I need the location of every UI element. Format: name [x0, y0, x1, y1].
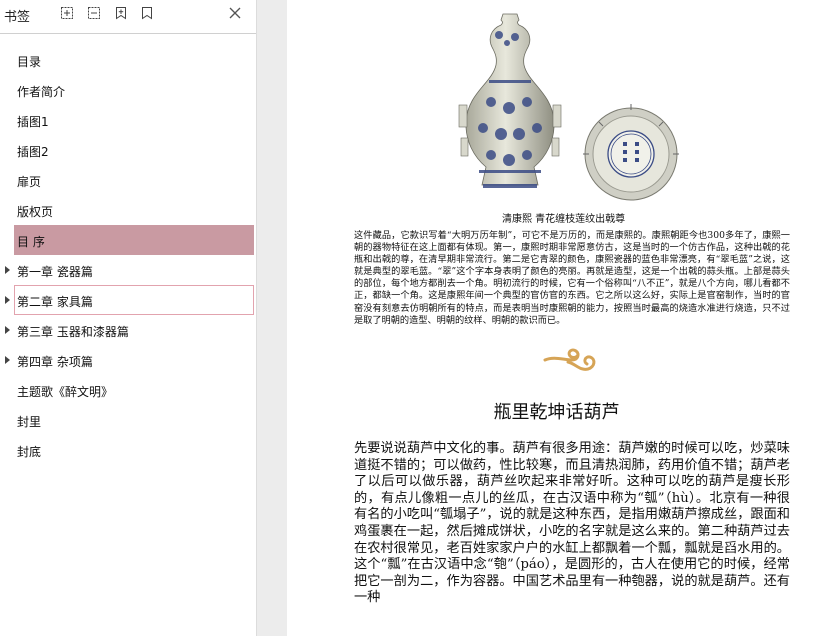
selection-highlight [14, 225, 254, 255]
vase-mark-photo [583, 104, 679, 201]
bookmark-icon[interactable] [139, 5, 155, 21]
bookmark-item[interactable]: 主题歌《醉文明》 [0, 375, 256, 405]
bookmark-item[interactable]: 版权页 [0, 195, 256, 225]
bookmark-item[interactable]: 第一章 瓷器篇 [0, 255, 256, 285]
bookmark-label: 主题歌《醉文明》 [17, 385, 114, 399]
bookmark-label: 插图2 [17, 145, 49, 159]
bookmark-item[interactable]: 封底 [0, 435, 256, 465]
caption-paragraph: 这件藏品，它款识写着“大明万历年制”，可它不是万历的，而是康熙的。康熙朝距今也3… [354, 230, 790, 326]
bookmark-label: 目录 [17, 55, 42, 69]
bookmark-item[interactable]: 封里 [0, 405, 256, 435]
expand-all-icon[interactable] [59, 5, 75, 21]
section-heading: 瓶里乾坤话葫芦 [493, 402, 620, 423]
expand-arrow-icon[interactable] [5, 296, 10, 304]
body-paragraph: 先要说说葫芦中文化的事。葫芦有很多用途：葫芦嫩的时候可以吃，炒菜味道挺不错的；可… [354, 441, 790, 606]
bookmark-item[interactable]: 作者简介 [0, 75, 256, 105]
sidebar-divider [0, 33, 256, 34]
document-page: 清康熙 青花缠枝莲纹出戟尊 这件藏品，它款识写着“大明万历年制”，可它不是万历的… [287, 0, 826, 636]
bookmark-label: 第四章 杂项篇 [17, 355, 93, 369]
bookmark-label: 作者简介 [17, 85, 66, 99]
sidebar-header: 书签 [0, 0, 256, 30]
bookmark-label: 第二章 家具篇 [17, 295, 93, 309]
bookmark-item[interactable]: 扉页 [0, 165, 256, 195]
expand-arrow-icon[interactable] [5, 266, 10, 274]
bookmark-sidebar: 书签 目录 作者简介 插图1 插图2 扉页 版权页 目 序 第一章 瓷器篇 第二… [0, 0, 257, 636]
bookmark-label: 插图1 [17, 115, 49, 129]
bookmark-label: 封底 [17, 445, 42, 459]
bookmark-label: 版权页 [17, 205, 54, 219]
bookmark-item[interactable]: 插图2 [0, 135, 256, 165]
bookmark-label: 目 序 [17, 235, 45, 249]
collapse-all-icon[interactable] [86, 5, 102, 21]
bookmark-item[interactable]: 第三章 玉器和漆器篇 [0, 315, 256, 345]
bookmark-item-hovered[interactable]: 第二章 家具篇 [0, 285, 256, 315]
bookmark-label: 第三章 玉器和漆器篇 [17, 325, 129, 339]
vase-photo [458, 13, 562, 188]
bookmark-item[interactable]: 第四章 杂项篇 [0, 345, 256, 375]
bookmark-label: 第一章 瓷器篇 [17, 265, 93, 279]
expand-arrow-icon[interactable] [5, 356, 10, 364]
bookmark-label: 扉页 [17, 175, 42, 189]
bookmark-item-selected[interactable]: 目 序 [0, 225, 256, 255]
cloud-ornament [543, 348, 596, 371]
image-caption: 清康熙 青花缠枝莲纹出戟尊 [502, 214, 626, 225]
expand-arrow-icon[interactable] [5, 326, 10, 334]
sidebar-title: 书签 [4, 10, 31, 25]
add-bookmark-icon[interactable] [113, 5, 129, 21]
bookmark-item[interactable]: 目录 [0, 45, 256, 75]
viewer-background [257, 0, 287, 636]
close-icon[interactable] [227, 5, 243, 21]
bookmark-label: 封里 [17, 415, 42, 429]
bookmark-item[interactable]: 插图1 [0, 105, 256, 135]
